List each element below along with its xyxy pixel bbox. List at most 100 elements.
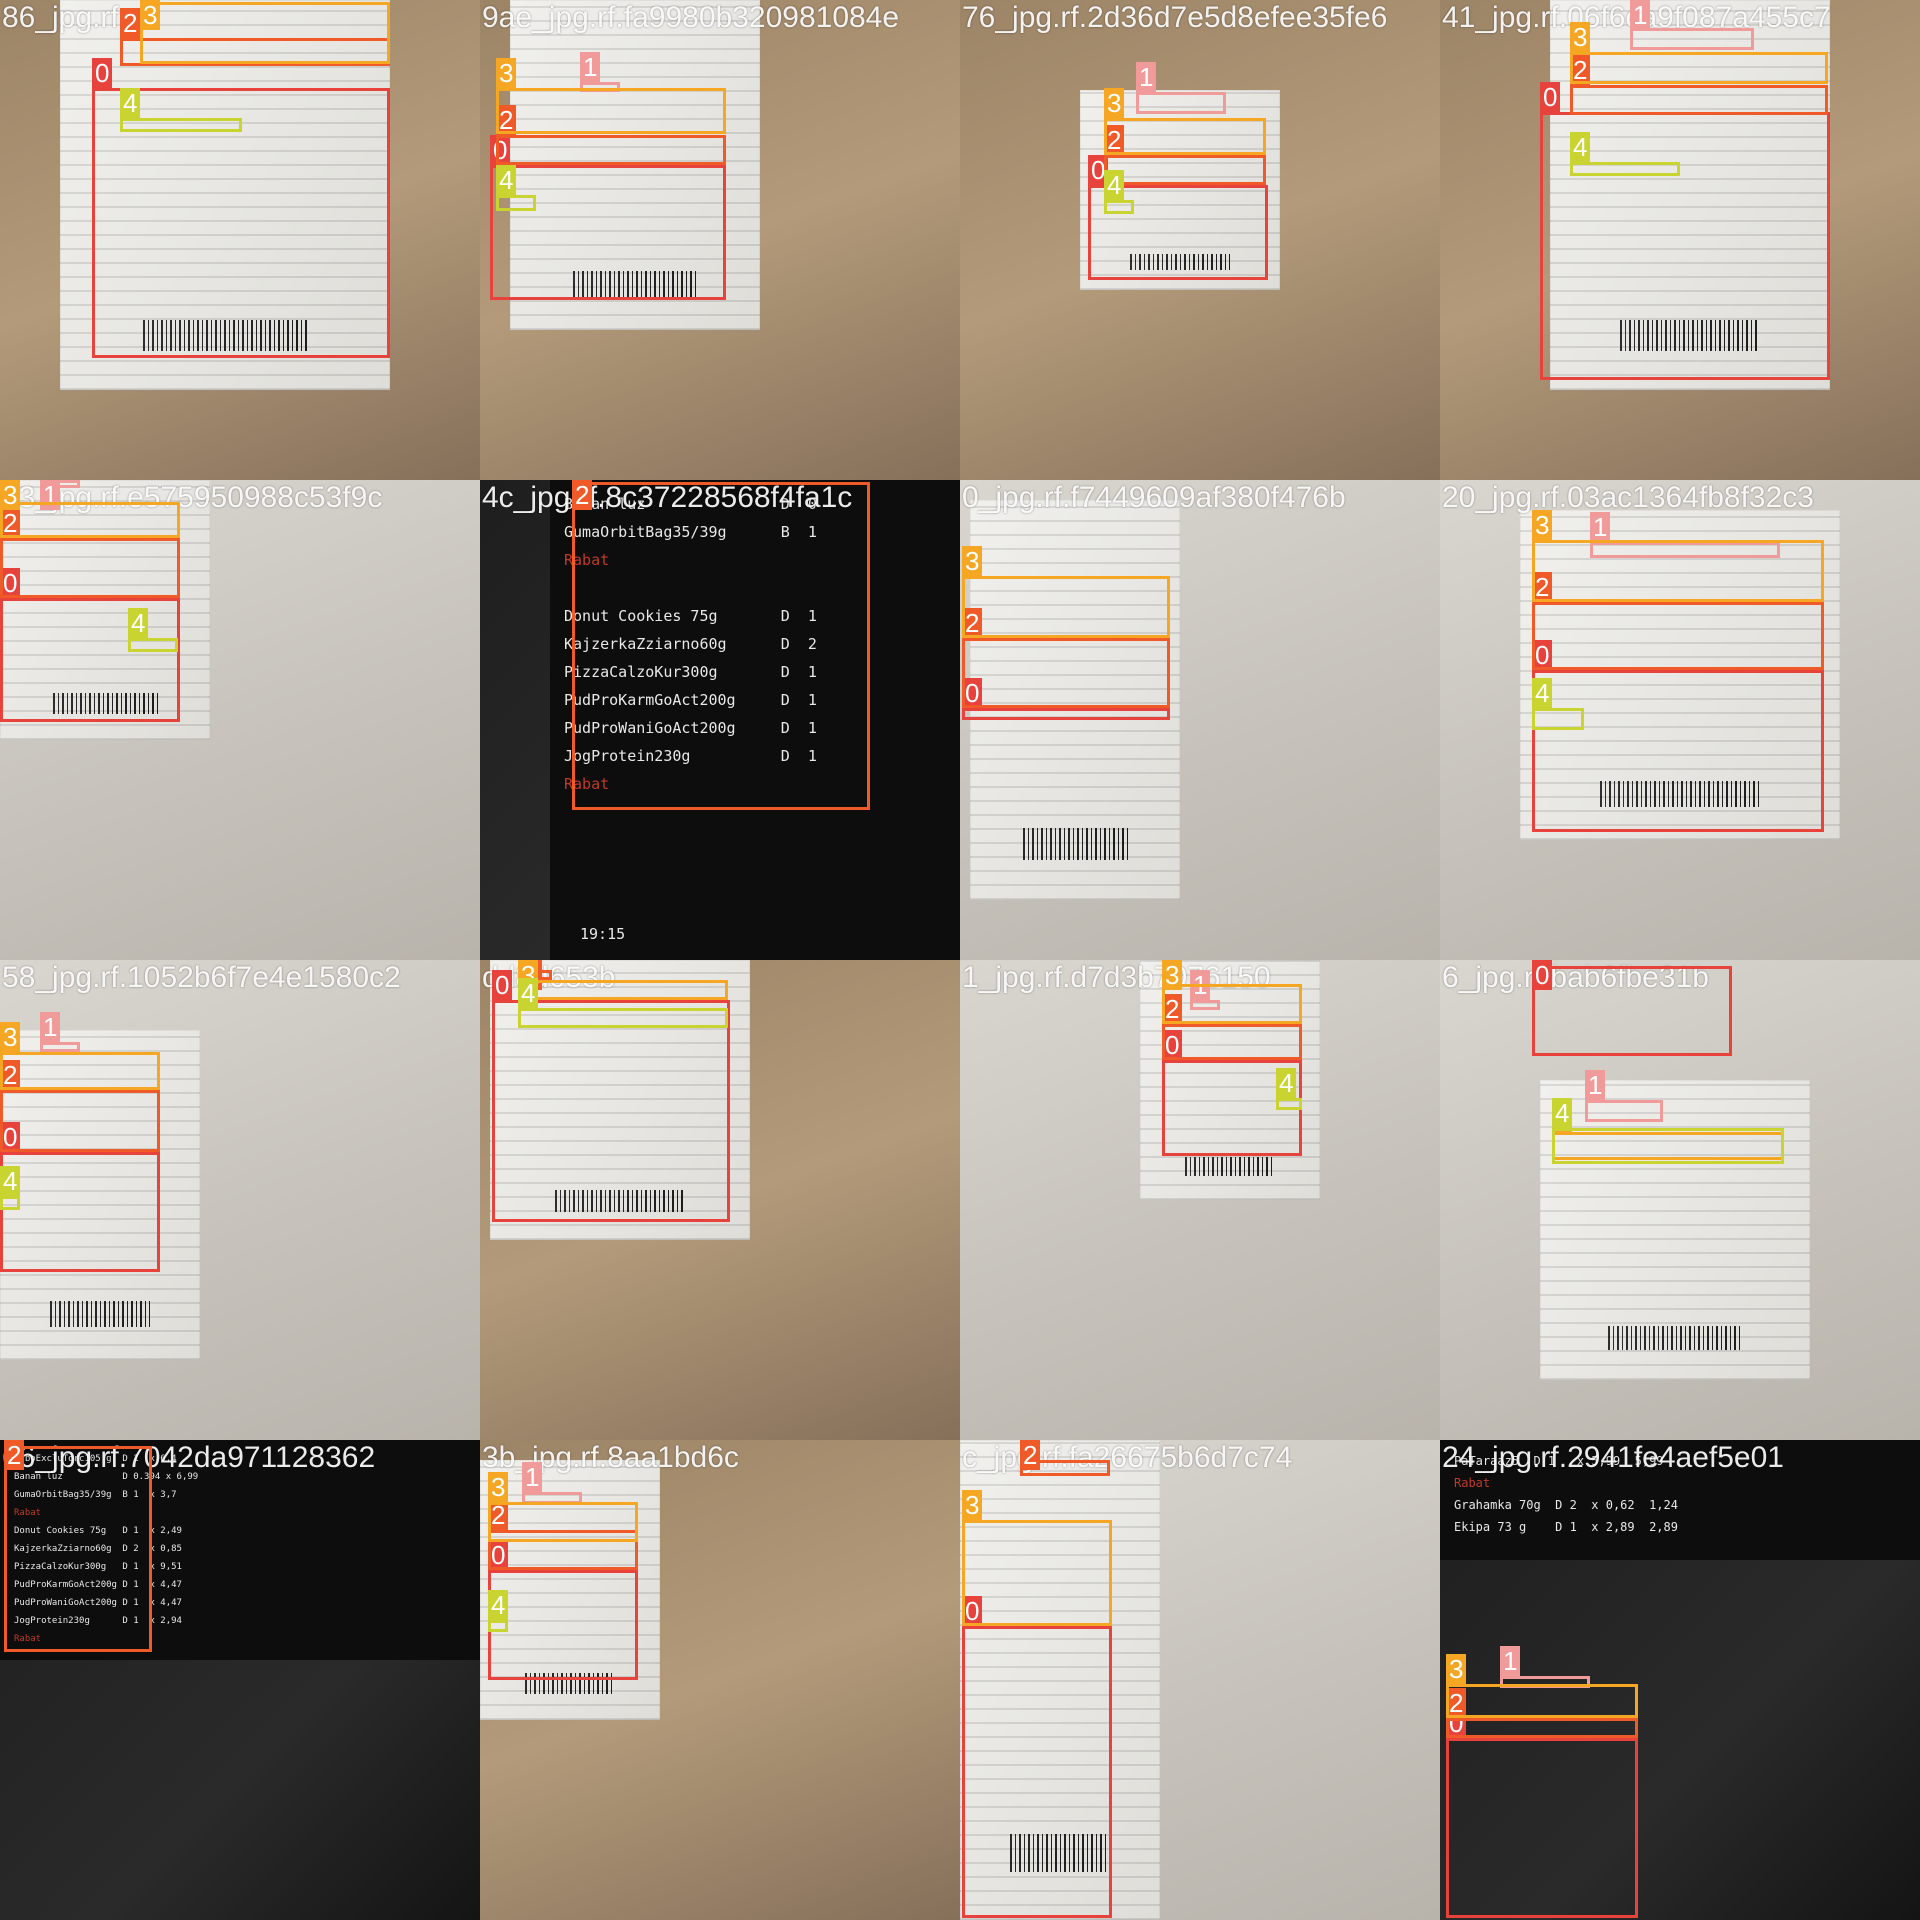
detection-class-label: 3 bbox=[1446, 1654, 1467, 1684]
detection-box-class-4 bbox=[518, 1008, 728, 1028]
mosaic-tile: Banan luz D 0 GumaOrbitBag35/39g B 1 Rabat… bbox=[480, 480, 960, 960]
mosaic-tile: KaboExcluTorc105 g D 1 x 6,4 Banan luz D … bbox=[0, 1440, 480, 1920]
detection-box-class-4 bbox=[488, 1620, 508, 1632]
receipt-barcode bbox=[50, 1301, 150, 1327]
detection-box-class-3 bbox=[962, 576, 1170, 638]
detection-class-label: 4 bbox=[1552, 1098, 1573, 1128]
detection-box-class-3 bbox=[1570, 52, 1828, 84]
detection-box-class-0 bbox=[962, 708, 1170, 720]
detection-class-label: 1 bbox=[1585, 1070, 1606, 1100]
tile-filename-label: 20_jpg.rf.03ac1364fb8f32c3 bbox=[1442, 481, 1814, 514]
detection-class-label: 3 bbox=[1570, 22, 1591, 52]
mosaic-tile: 76_jpg.rf.2d36d7e5d8efee35fe6 0 1 2 3 4 bbox=[960, 0, 1440, 480]
mosaic-tile: 20_jpg.rf.03ac1364fb8f32c3 0 1 2 3 4 bbox=[1440, 480, 1920, 960]
detection-box-class-3 bbox=[1532, 540, 1824, 602]
receipt-barcode bbox=[1608, 1326, 1743, 1350]
detection-class-label: 2 bbox=[4, 1440, 25, 1470]
detection-box-class-0 bbox=[490, 165, 726, 300]
detection-class-label: 3 bbox=[962, 1490, 983, 1520]
detection-box-class-3 bbox=[0, 1052, 160, 1090]
tile-filename-label: 0_jpg.rf.f7449609af380f476b bbox=[962, 481, 1346, 514]
detection-box-class-2 bbox=[1446, 1718, 1638, 1738]
mosaic-tile: 9ae_jpg.rf.fa9980b320981084e 0 1 2 3 4 bbox=[480, 0, 960, 480]
mosaic-tile: 6_jpg.rf.bab6fbe31b0134 bbox=[1440, 960, 1920, 1440]
detection-class-label: 1 bbox=[1500, 1646, 1521, 1676]
detection-class-label: 3 bbox=[496, 58, 517, 88]
phone-status-time: 19:15 bbox=[580, 925, 626, 943]
detection-box-class-4 bbox=[1552, 1128, 1784, 1164]
detection-box-class-0 bbox=[1532, 966, 1732, 1056]
detection-box-class-0 bbox=[488, 1570, 638, 1680]
detection-class-label: 1 bbox=[1590, 512, 1611, 542]
mosaic-tile: 58_jpg.rf.1052b6f7e4e1580c2 0 1 2 3 4 bbox=[0, 960, 480, 1440]
detection-box-class-4 bbox=[120, 118, 242, 132]
detection-class-label: 4 bbox=[518, 978, 539, 1008]
detection-box-class-1 bbox=[1136, 92, 1226, 114]
detection-class-label: 3 bbox=[0, 1022, 21, 1052]
detection-box-class-0 bbox=[0, 1152, 160, 1272]
tile-filename-label: 58_jpg.rf.1052b6f7e4e1580c2 bbox=[2, 961, 401, 994]
tile-filename-label: 76_jpg.rf.2d36d7e5d8efee35fe6 bbox=[962, 1, 1388, 34]
detection-class-label: 3 bbox=[488, 1472, 509, 1502]
detection-box-class-0 bbox=[962, 1626, 1112, 1918]
tile-filename-label: 9ae_jpg.rf.fa9980b320981084e bbox=[482, 1, 900, 34]
detection-box-class-4 bbox=[1532, 708, 1584, 730]
detection-class-label: 0 bbox=[1540, 82, 1561, 112]
mosaic-tile: 43_jpg.rf.e575950988c53f9c 0 1 2 3 4 bbox=[0, 480, 480, 960]
detection-class-label: 3 bbox=[1104, 88, 1125, 118]
tile-filename-label: 24_jpg.rf.2941fe4aef5e01 bbox=[1442, 1441, 1784, 1474]
receipt-item-line: Ekipa 73 g D 1 x 2,89 2,89 bbox=[1454, 1520, 1678, 1534]
detection-class-label: 0 bbox=[92, 58, 113, 88]
detection-box-class-2 bbox=[496, 135, 726, 165]
detection-box-class-3 bbox=[140, 2, 390, 64]
detection-box-class-3 bbox=[496, 88, 726, 134]
detection-class-label: 4 bbox=[0, 1166, 21, 1196]
detection-box-class-2 bbox=[962, 638, 1170, 708]
detection-class-label: 4 bbox=[496, 165, 517, 195]
detection-class-label: 4 bbox=[488, 1590, 509, 1620]
detection-box-class-2 bbox=[572, 482, 870, 810]
mosaic-grid: 86_jpg.rf. 0 2 3 4 9ae_jpg.rf.fa9980b32098108… bbox=[0, 0, 1920, 1920]
detection-box-class-2 bbox=[1570, 85, 1828, 115]
detection-box-class-1 bbox=[1585, 1100, 1663, 1122]
detection-class-label: 1 bbox=[1630, 0, 1651, 30]
detection-class-label: 4 bbox=[128, 608, 149, 638]
detection-box-class-3 bbox=[1104, 118, 1266, 155]
detection-box-class-4 bbox=[128, 638, 178, 652]
detection-box-class-4 bbox=[1104, 200, 1134, 214]
receipt-item-line: Grahamka 70g D 2 x 0,62 1,24 bbox=[1454, 1498, 1678, 1512]
detection-class-label: 3 bbox=[140, 0, 161, 30]
detection-class-label: 0 bbox=[1532, 960, 1553, 990]
detection-class-label: 2 bbox=[572, 480, 593, 510]
detection-box-class-3 bbox=[518, 980, 728, 1000]
detection-box-class-3 bbox=[488, 1502, 638, 1542]
detection-class-label: 3 bbox=[1532, 510, 1553, 540]
detection-class-label: 2 bbox=[120, 8, 141, 38]
detection-class-label: 4 bbox=[120, 88, 141, 118]
tile-filename-label: 3b_jpg.rf.8aa1bd6c bbox=[482, 1441, 739, 1474]
detection-class-label: 1 bbox=[522, 1462, 543, 1492]
mosaic-tile: dd8d653b0234 bbox=[480, 960, 960, 1440]
detection-box-class-2 bbox=[0, 538, 180, 598]
detection-box-class-0 bbox=[1446, 1738, 1638, 1918]
detection-box-class-3 bbox=[1162, 984, 1302, 1024]
receipt-barcode bbox=[1185, 1157, 1275, 1176]
detection-class-label: 1 bbox=[1136, 62, 1157, 92]
mosaic-tile: 0_jpg.rf.f7449609af380f476b 0 2 3 bbox=[960, 480, 1440, 960]
detection-box-class-3 bbox=[962, 1520, 1112, 1626]
detection-class-label: 2 bbox=[1020, 1440, 1041, 1470]
detection-box-class-2 bbox=[0, 1090, 160, 1152]
mosaic-tile: 1_jpg.rf.d7d3b7076150 0 1 2 3 4 bbox=[960, 960, 1440, 1440]
detection-box-class-2 bbox=[4, 1446, 152, 1652]
detection-box-class-4 bbox=[496, 195, 536, 211]
detection-class-label: 4 bbox=[1276, 1068, 1297, 1098]
mosaic-tile: 41_jpg.rf.06f6ca9f087a455c701234 bbox=[1440, 0, 1920, 480]
receipt-paper bbox=[1540, 1080, 1810, 1380]
detection-box-class-2 bbox=[1104, 155, 1266, 185]
receipt-barcode bbox=[1023, 828, 1128, 860]
detection-class-label: 4 bbox=[1532, 678, 1553, 708]
mosaic-tile: PaTaraaz5 D 1 x 5,99 5,99 Rabat Grahamka 7… bbox=[1440, 1440, 1920, 1920]
detection-box-class-3 bbox=[0, 502, 180, 538]
detection-box-class-0 bbox=[0, 598, 180, 722]
detection-class-label: 3 bbox=[1162, 960, 1183, 990]
